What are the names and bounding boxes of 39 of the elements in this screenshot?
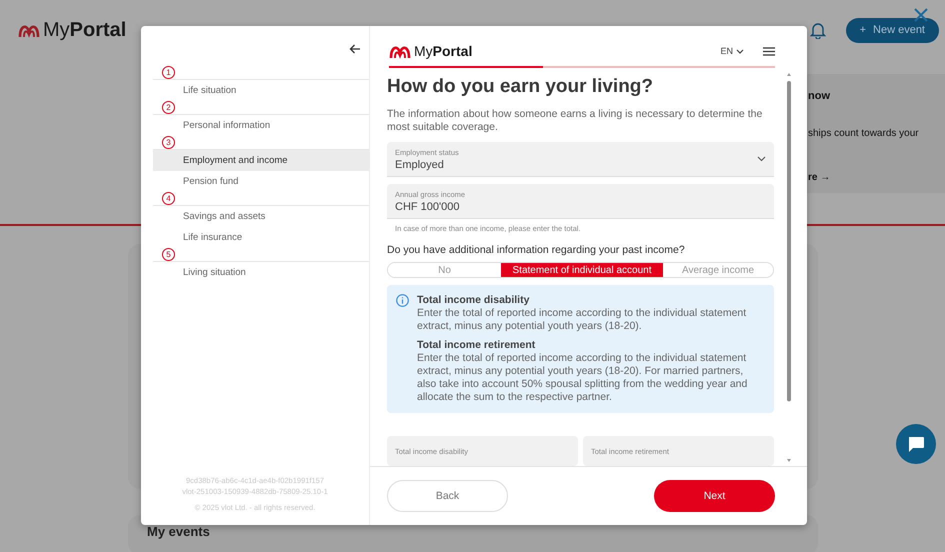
- step-number: 4: [162, 192, 175, 205]
- info-icon: [396, 294, 409, 307]
- page-title: How do you earn your living?: [387, 75, 654, 99]
- section-title: My events: [147, 524, 210, 539]
- substep-item[interactable]: Pension fund: [153, 171, 369, 192]
- question-text: Do you have additional information regarding your past income?: [387, 244, 686, 256]
- chevron-down-icon: [757, 156, 766, 162]
- info-text: Enter the total of reported income according to the individual statement extract, minus any potential youth years (18-20). For married partners, also take into account 50% spousal splitting from the wedding year and allocate the sum to the respective partner.: [417, 352, 748, 404]
- description-text: The information about how someone earns a living is necessary to determine the most suitable coverage.: [387, 108, 764, 134]
- language-selector[interactable]: EN: [720, 46, 744, 56]
- step-number: 5: [162, 248, 175, 261]
- card-title: now: [808, 90, 831, 102]
- logo-text: MyPortal: [414, 43, 472, 59]
- substep-item[interactable]: Life insurance: [153, 227, 369, 248]
- info-title: Total income disability: [417, 294, 530, 307]
- option-button[interactable]: Statement of individual account: [501, 263, 663, 277]
- chevron-down-icon: [736, 48, 744, 54]
- card-text: ships count towards your: [808, 128, 920, 139]
- chat-icon: [907, 436, 925, 452]
- step-number: 3: [162, 136, 175, 149]
- close-icon[interactable]: [912, 6, 930, 24]
- step-item[interactable]: Savings and assets: [153, 206, 369, 227]
- info-title: Total income retirement: [417, 339, 536, 352]
- chat-button[interactable]: [896, 424, 936, 464]
- bell-icon[interactable]: [810, 22, 826, 38]
- step-item[interactable]: Living situation: [153, 262, 369, 283]
- read-more-link[interactable]: re →: [808, 172, 945, 183]
- step-item[interactable]: Life situation: [153, 80, 369, 101]
- new-event-button[interactable]: + New event: [846, 18, 939, 42]
- step-item[interactable]: Personal information: [153, 115, 369, 136]
- step-item[interactable]: Employment and income: [153, 150, 369, 171]
- logo-text: MyPortal: [43, 18, 126, 42]
- next-button[interactable]: Next: [654, 480, 775, 512]
- step-number: 1: [162, 66, 175, 79]
- info-text: Enter the total of reported income according to the individual statement extract, minus any potential youth years (18-20).: [417, 307, 748, 333]
- step-number: 2: [162, 101, 175, 114]
- back-arrow-icon[interactable]: [349, 44, 361, 54]
- menu-icon[interactable]: [763, 46, 775, 56]
- back-button[interactable]: Back: [387, 480, 508, 512]
